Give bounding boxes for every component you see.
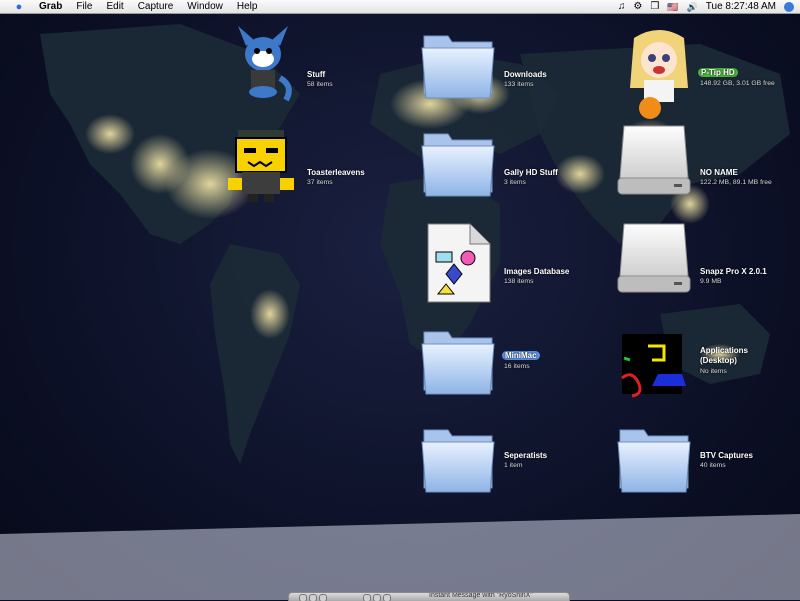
desktop-item-applications[interactable]: Applications (Desktop) No items — [612, 330, 800, 420]
abstract-icon — [621, 334, 686, 398]
item-name: Images Database — [504, 267, 570, 276]
item-info: 122.2 MB, 89.1 MB free — [700, 179, 772, 186]
menubar-clock[interactable]: Tue 8:27:48 AM — [706, 0, 776, 14]
desktop-item-snapz-pro-x[interactable]: Snapz Pro X 2.0.1 9.9 MB — [612, 222, 800, 312]
item-info: 1 item — [504, 462, 523, 469]
folder-icon — [617, 429, 691, 493]
apple-menu-icon[interactable]: ● — [6, 0, 32, 14]
desktop-item-no-name[interactable]: NO NAME 122.2 MB, 89.1 MB free — [612, 124, 800, 214]
menu-window[interactable]: Window — [180, 0, 230, 14]
desktop-item-gally-hd-stuff[interactable]: Gally HD Stuff 3 items — [420, 126, 580, 216]
menu-bar: ● Grab File Edit Capture Window Help ♫ ⚙… — [0, 0, 800, 14]
document-icon — [427, 223, 491, 303]
item-name: P-Tip HD — [698, 68, 738, 77]
item-name: MiniMac — [502, 351, 540, 360]
spotlight-icon[interactable] — [784, 2, 794, 12]
desktop-item-images-database[interactable]: Images Database 138 items — [420, 222, 590, 312]
item-info: 16 items — [504, 363, 530, 370]
item-name: Gally HD Stuff — [504, 168, 558, 177]
menu-file[interactable]: File — [69, 0, 99, 14]
desktop-item-downloads[interactable]: Downloads 133 items — [420, 28, 580, 118]
item-name: Stuff — [307, 70, 326, 79]
item-name: NO NAME — [700, 168, 738, 177]
item-info: 9.9 MB — [700, 278, 722, 285]
window-title: Instant Message with "RyoShinX" — [429, 592, 533, 599]
folder-icon — [421, 133, 495, 197]
menu-edit[interactable]: Edit — [99, 0, 130, 14]
item-name: Downloads — [504, 70, 547, 79]
item-name: Seperatists — [504, 451, 548, 460]
robot-character-icon — [228, 130, 294, 202]
item-info: 133 items — [504, 81, 534, 88]
item-info: 40 items — [700, 462, 726, 469]
item-name: BTV Captures — [700, 451, 753, 460]
folder-icon — [421, 35, 495, 99]
item-info: 3 items — [504, 179, 526, 186]
item-info: 58 items — [307, 81, 333, 88]
item-info: No items — [700, 368, 727, 375]
desktop-item-stuff[interactable]: Stuff 58 items — [220, 26, 370, 126]
desktop-item-minimac[interactable]: MiniMac 16 items — [420, 324, 580, 414]
folder-icon — [421, 429, 495, 493]
item-name: Toasterleavens — [307, 168, 365, 177]
gear-icon[interactable]: ⚙ — [633, 0, 642, 14]
item-name: Snapz Pro X 2.0.1 — [700, 267, 767, 276]
menu-help[interactable]: Help — [230, 0, 265, 14]
folder-icon — [421, 331, 495, 395]
item-info: 37 items — [307, 179, 333, 186]
desktop-item-seperatists[interactable]: Seperatists 1 item — [420, 422, 580, 512]
desktop-item-btv-captures[interactable]: BTV Captures 40 items — [616, 422, 800, 512]
menu-capture[interactable]: Capture — [131, 0, 181, 14]
music-note-icon[interactable]: ♫ — [618, 0, 626, 14]
anime-character-icon — [630, 30, 688, 119]
phone-icon[interactable]: ❒ — [650, 0, 659, 14]
item-info: 138 items — [504, 278, 534, 285]
flag-icon[interactable]: 🇺🇸 — [667, 0, 678, 14]
menu-app-name[interactable]: Grab — [32, 0, 69, 14]
volume-icon[interactable]: 🔊 — [687, 0, 698, 14]
drive-icon — [617, 223, 691, 293]
desktop[interactable]: Stuff 58 items Toasterleavens 37 items D… — [0, 14, 800, 600]
item-name: Applications (Desktop) — [700, 346, 749, 365]
drive-icon — [617, 125, 691, 195]
desktop-item-toasterleavens[interactable]: Toasterleavens 37 items — [220, 126, 380, 216]
fox-character-icon — [238, 26, 292, 102]
desktop-item-p-tip-hd[interactable]: P-Tip HD 148.92 GB, 3.01 GB free — [620, 28, 800, 124]
item-info: 148.92 GB, 3.01 GB free — [700, 80, 775, 87]
